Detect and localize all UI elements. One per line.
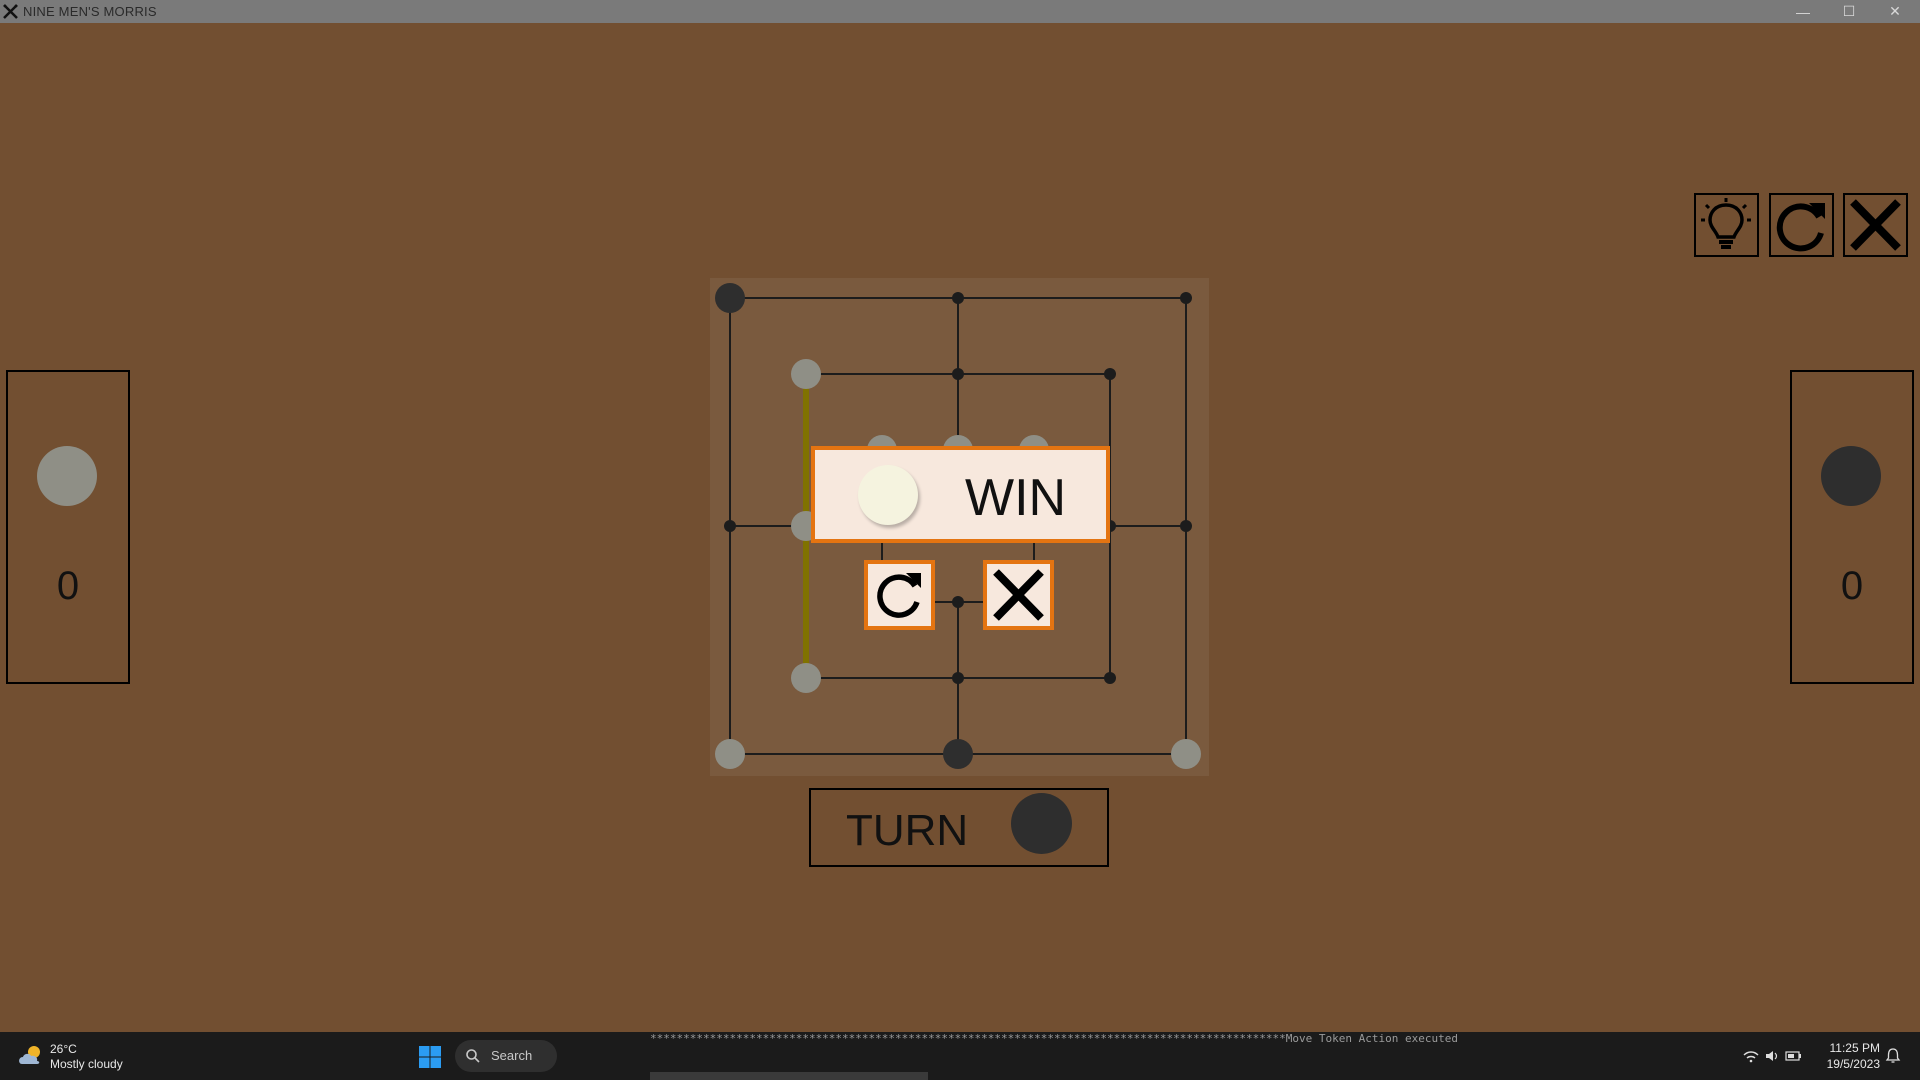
board-point[interactable] [952, 368, 964, 380]
board-point[interactable] [1104, 672, 1116, 684]
dialog-close-button[interactable] [983, 560, 1054, 630]
weather-temp: 26°C [50, 1042, 77, 1056]
grey-piece[interactable] [715, 739, 745, 769]
black-piece[interactable] [943, 739, 973, 769]
board-point[interactable] [1180, 520, 1192, 532]
win-dialog: WIN [811, 446, 1110, 543]
dialog-restart-button[interactable] [864, 560, 935, 630]
board-point[interactable] [1180, 292, 1192, 304]
clock-time[interactable]: 11:25 PM [1800, 1041, 1880, 1055]
turn-label: TURN [846, 806, 969, 855]
restart-icon [877, 573, 921, 618]
board-point[interactable] [724, 520, 736, 532]
windows-start-icon[interactable] [418, 1045, 442, 1069]
clock-date[interactable]: 19/5/2023 [1800, 1057, 1880, 1071]
grey-piece[interactable] [1171, 739, 1201, 769]
winner-piece [858, 465, 918, 525]
search-icon [466, 1049, 480, 1063]
win-label: WIN [965, 469, 1067, 527]
close-icon [993, 569, 1044, 621]
board-point[interactable] [952, 292, 964, 304]
board-point[interactable] [1104, 368, 1116, 380]
taskbar-search[interactable]: Search [455, 1040, 557, 1072]
weather-desc: Mostly cloudy [50, 1057, 123, 1071]
notification-bell-icon[interactable] [1884, 1047, 1902, 1065]
system-tray-icons[interactable] [1740, 1047, 1804, 1065]
turn-piece [1011, 793, 1072, 854]
grey-piece[interactable] [791, 663, 821, 693]
search-label: Search [491, 1048, 533, 1063]
taskbar: 26°C Mostly cloudy Search **************… [0, 1032, 1920, 1080]
board-point[interactable] [952, 596, 964, 608]
black-piece[interactable] [715, 283, 745, 313]
console-scrollbar[interactable] [650, 1072, 928, 1080]
board-point[interactable] [952, 672, 964, 684]
cloud-icon[interactable] [17, 1044, 45, 1066]
grey-piece[interactable] [791, 359, 821, 389]
console-output: ****************************************… [650, 1032, 1458, 1045]
turn-indicator: TURN [809, 788, 1109, 867]
